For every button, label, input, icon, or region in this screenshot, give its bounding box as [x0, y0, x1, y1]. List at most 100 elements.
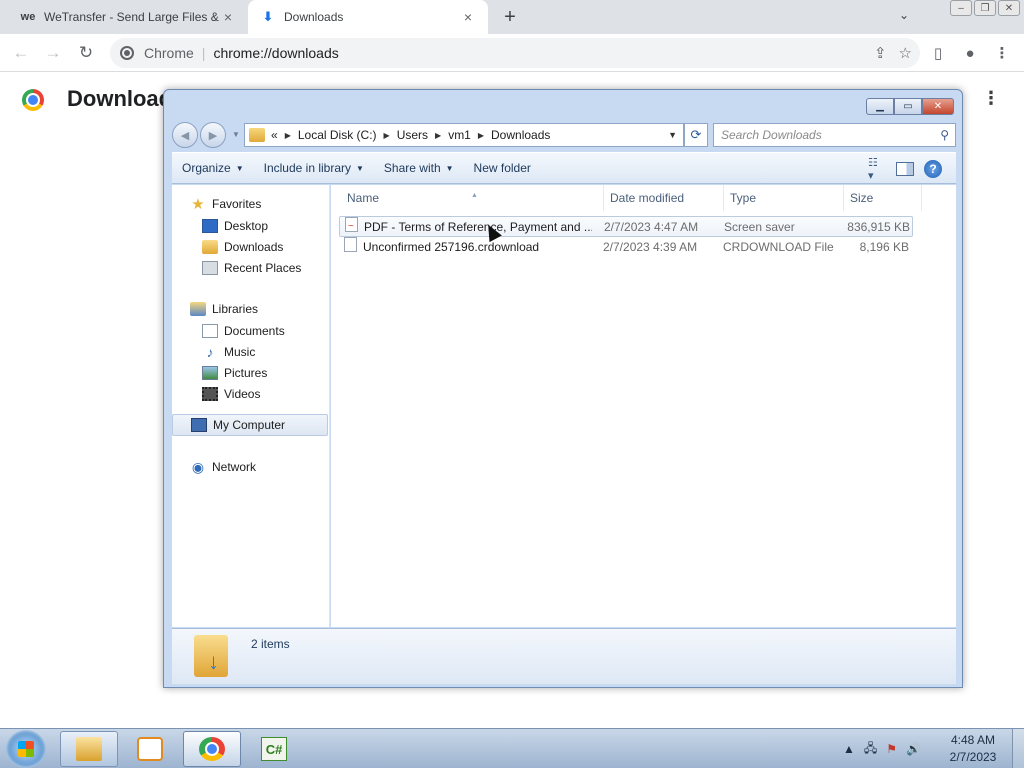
start-button[interactable] [6, 730, 46, 768]
star-icon: ★ [191, 196, 205, 213]
taskbar-explorer-button[interactable] [60, 731, 118, 767]
network-tray-icon[interactable]: 🖧 [864, 739, 877, 760]
nav-libraries[interactable]: Libraries [172, 298, 328, 320]
file-row[interactable]: Unconfirmed 257196.crdownload 2/7/2023 4… [339, 237, 913, 258]
address-dropdown-icon[interactable]: ▼ [668, 130, 677, 140]
tab-downloads[interactable]: ⬇ Downloads × [248, 0, 488, 34]
nav-label: Documents [224, 323, 285, 338]
clock[interactable]: 4:48 AM 2/7/2023 [940, 732, 1006, 766]
chrome-icon [199, 737, 225, 761]
taskbar-chrome-button[interactable] [183, 731, 241, 767]
volume-icon[interactable]: 🔊 [906, 742, 921, 756]
explorer-back-icon[interactable]: ◀ [172, 122, 198, 148]
share-with-label: Share with [383, 161, 441, 175]
nav-item-pictures[interactable]: Pictures [172, 362, 328, 383]
nav-label: Downloads [224, 239, 284, 254]
nav-item-documents[interactable]: Documents [172, 320, 328, 341]
explorer-title-bar[interactable]: ▁ ▭ ✕ [164, 90, 962, 118]
breadcrumb-downloads[interactable]: Downloads [491, 128, 550, 142]
change-view-icon[interactable]: ☷ ▾ [868, 157, 886, 182]
close-window-button[interactable]: ✕ [998, 0, 1020, 16]
include-in-library-label: Include in library [263, 161, 351, 175]
show-hidden-icons-icon[interactable]: ▲ [843, 742, 855, 756]
column-label: Size [850, 191, 874, 205]
downloads-menu-icon[interactable]: ⋮ [982, 88, 1000, 109]
column-name-header[interactable]: Name ▲ [341, 185, 604, 211]
computer-icon [191, 418, 207, 432]
tab-close-icon[interactable]: × [220, 9, 236, 25]
explorer-close-button[interactable]: ✕ [922, 98, 954, 115]
omnibox[interactable]: Chrome | chrome://downloads ⇪ ☆ [110, 38, 920, 68]
column-date-header[interactable]: Date modified [604, 185, 724, 211]
address-bar[interactable]: « ▶ Local Disk (C:) ▶ Users ▶ vm1 ▶ Down… [244, 123, 684, 147]
recent-pages-chevron-icon[interactable]: ▼ [232, 130, 240, 139]
side-panel-icon[interactable]: ▯ [926, 41, 950, 65]
omnibox-site: Chrome [144, 45, 194, 61]
nav-favorites[interactable]: ★ Favorites [172, 193, 328, 215]
details-pane: 2 items [172, 628, 956, 684]
nav-network[interactable]: ◉ Network [172, 456, 328, 478]
file-row[interactable]: PDF - Terms of Reference, Payment and ..… [339, 216, 913, 237]
search-input[interactable]: Search Downloads ⚲ [713, 123, 956, 147]
nav-label: My Computer [213, 418, 286, 432]
libraries-icon [190, 302, 206, 316]
breadcrumb-vm1[interactable]: vm1 [448, 128, 471, 142]
nav-item-recent-places[interactable]: Recent Places [172, 257, 328, 278]
taskbar-csharp-button[interactable]: C# [245, 731, 303, 767]
explorer-minimize-button[interactable]: ▁ [866, 98, 894, 115]
breadcrumb-local-disk[interactable]: Local Disk (C:) [298, 128, 377, 142]
help-icon[interactable]: ? [924, 160, 942, 178]
sort-ascending-icon: ▲ [471, 192, 478, 199]
reload-icon[interactable]: ↻ [74, 41, 98, 65]
share-with-button[interactable]: Share with ▼ [384, 161, 454, 175]
nav-item-music[interactable]: ♪ Music [172, 341, 328, 362]
nav-my-computer[interactable]: My Computer [172, 414, 328, 436]
restore-button[interactable]: ❐ [974, 0, 996, 16]
clock-date: 2/7/2023 [949, 750, 997, 764]
preview-pane-icon[interactable] [896, 162, 914, 176]
profile-avatar-icon[interactable]: ● [958, 41, 982, 65]
share-icon[interactable]: ⇪ [874, 44, 887, 62]
breadcrumb-users[interactable]: Users [397, 128, 428, 142]
action-center-flag-icon[interactable]: ⚑ [886, 742, 897, 756]
tab-wetransfer[interactable]: we WeTransfer - Send Large Files & × [8, 0, 248, 34]
forward-arrow-icon[interactable]: → [41, 41, 65, 65]
breadcrumb-overflow[interactable]: « [271, 128, 278, 142]
search-icon[interactable]: ⚲ [940, 128, 949, 142]
bookmark-star-icon[interactable]: ☆ [899, 44, 912, 62]
nav-label: Videos [224, 386, 261, 401]
item-count: 2 items [251, 637, 290, 651]
minimize-button[interactable]: – [950, 0, 972, 16]
tab-strip: we WeTransfer - Send Large Files & × ⬇ D… [0, 0, 1024, 34]
omnibox-separator: | [201, 45, 206, 61]
csharp-icon: C# [261, 737, 287, 761]
include-in-library-button[interactable]: Include in library ▼ [264, 161, 364, 175]
back-arrow-icon[interactable]: ← [9, 41, 33, 65]
column-size-header[interactable]: Size [844, 185, 922, 211]
recent-places-icon [202, 260, 218, 275]
file-name: Unconfirmed 257196.crdownload [363, 240, 540, 254]
nav-item-desktop[interactable]: Desktop [172, 215, 328, 236]
chevron-down-icon: ▼ [356, 163, 364, 173]
new-folder-button[interactable]: New folder [474, 161, 531, 175]
nav-item-downloads[interactable]: Downloads [172, 236, 328, 257]
chrome-menu-icon[interactable]: ⋮ [990, 41, 1014, 65]
search-placeholder: Search Downloads [721, 128, 822, 142]
new-tab-button[interactable]: + [498, 5, 522, 29]
refresh-icon[interactable]: ⟳ [684, 123, 708, 147]
tab-search-chevron-icon[interactable]: ⌄ [894, 8, 914, 26]
chrome-logo-icon [22, 89, 44, 111]
window-controls: – ❐ ✕ [950, 0, 1020, 16]
folder-icon [249, 128, 265, 142]
explorer-forward-icon[interactable]: ▶ [200, 122, 226, 148]
tab-close-icon[interactable]: × [460, 9, 476, 25]
organize-label: Organize [182, 161, 231, 175]
organize-button[interactable]: Organize ▼ [182, 161, 244, 175]
taskbar-media-player-button[interactable] [121, 731, 179, 767]
nav-item-videos[interactable]: Videos [172, 383, 328, 404]
command-bar: Organize ▼ Include in library ▼ Share with… [172, 152, 956, 184]
explorer-maximize-button[interactable]: ▭ [894, 98, 922, 115]
show-desktop-button[interactable] [1012, 729, 1024, 768]
nav-label: Recent Places [224, 260, 302, 275]
column-type-header[interactable]: Type [724, 185, 844, 211]
